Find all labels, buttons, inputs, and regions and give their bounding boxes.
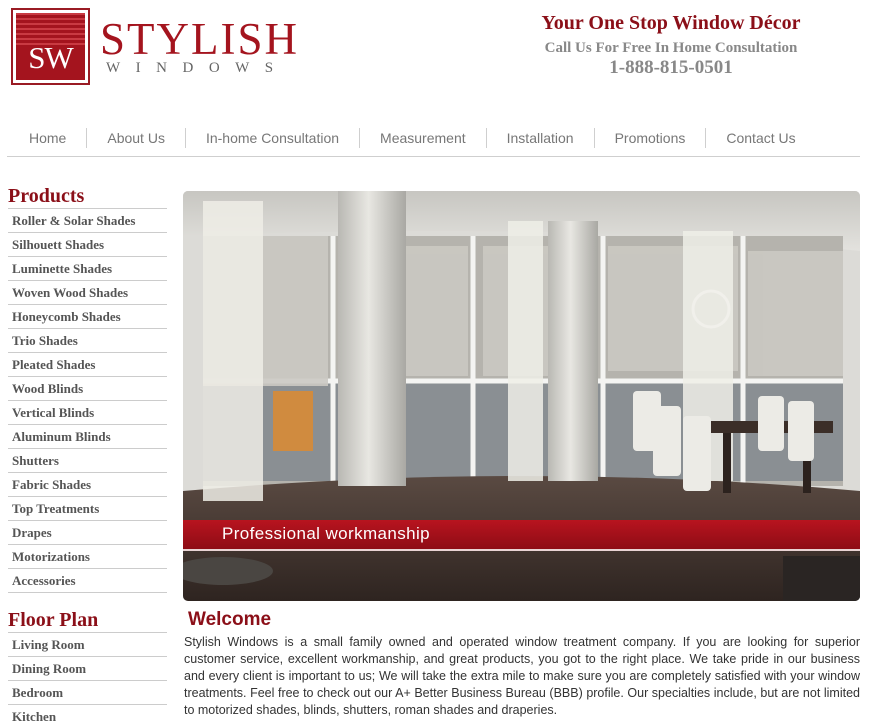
nav-installation[interactable]: Installation [485,128,594,148]
header-contact: Your One Stop Window Décor Call Us For F… [521,12,821,79]
sidebar-item-kitchen[interactable]: Kitchen [8,705,167,725]
sidebar-item-aluminum-blinds[interactable]: Aluminum Blinds [8,425,167,449]
logo[interactable]: SW STYLISH WINDOWS [11,8,299,85]
sidebar-item-accessories[interactable]: Accessories [8,569,167,593]
logo-initials: SW [28,40,74,75]
sidebar-item-fabric-shades[interactable]: Fabric Shades [8,473,167,497]
brand-sub: WINDOWS [106,60,289,76]
sidebar-item-dining-room[interactable]: Dining Room [8,657,167,681]
sidebar-item-honeycomb-shades[interactable]: Honeycomb Shades [8,305,167,329]
sidebar-item-top-treatments[interactable]: Top Treatments [8,497,167,521]
products-heading: Products [8,183,167,209]
sidebar-item-shutters[interactable]: Shutters [8,449,167,473]
nav-home[interactable]: Home [7,128,86,148]
welcome-text: Stylish Windows is a small family owned … [184,635,860,717]
floor-plan-list: Living Room Dining Room Bedroom Kitchen [8,633,167,725]
sidebar-item-motorizations[interactable]: Motorizations [8,545,167,569]
main-nav: Home About Us In-home Consultation Measu… [7,120,860,157]
tagline: Your One Stop Window Décor [541,12,801,34]
nav-measurement[interactable]: Measurement [359,128,486,148]
hero-banner: Professional workmanship [183,191,860,601]
sidebar-item-roller-solar-shades[interactable]: Roller & Solar Shades [8,209,167,233]
hero-caption: Professional workmanship [222,524,431,543]
sidebar-item-trio-shades[interactable]: Trio Shades [8,329,167,353]
products-list: Roller & Solar Shades Silhouett Shades L… [8,209,167,593]
logo-mark: SW [11,8,90,85]
sidebar-item-bedroom[interactable]: Bedroom [8,681,167,705]
sidebar-item-vertical-blinds[interactable]: Vertical Blinds [8,401,167,425]
sidebar-item-woven-wood-shades[interactable]: Woven Wood Shades [8,281,167,305]
floor-plan-heading: Floor Plan [8,607,167,633]
sidebar-item-wood-blinds[interactable]: Wood Blinds [8,377,167,401]
sidebar: Products Roller & Solar Shades Silhouett… [8,183,167,725]
sidebar-item-silhouett-shades[interactable]: Silhouett Shades [8,233,167,257]
nav-about-us[interactable]: About Us [86,128,185,148]
sidebar-item-living-room[interactable]: Living Room [8,633,167,657]
nav-contact-us[interactable]: Contact Us [705,128,815,148]
phone-number[interactable]: 1-888-815-0501 [521,57,821,79]
sidebar-item-pleated-shades[interactable]: Pleated Shades [8,353,167,377]
nav-promotions[interactable]: Promotions [593,128,706,148]
nav-in-home-consultation[interactable]: In-home Consultation [184,128,359,148]
sidebar-item-drapes[interactable]: Drapes [8,521,167,545]
welcome-title: Welcome [188,609,272,630]
brand-name: STYLISH [100,14,300,64]
sidebar-item-luminette-shades[interactable]: Luminette Shades [8,257,167,281]
consultation-text: Call Us For Free In Home Consultation [544,40,798,56]
